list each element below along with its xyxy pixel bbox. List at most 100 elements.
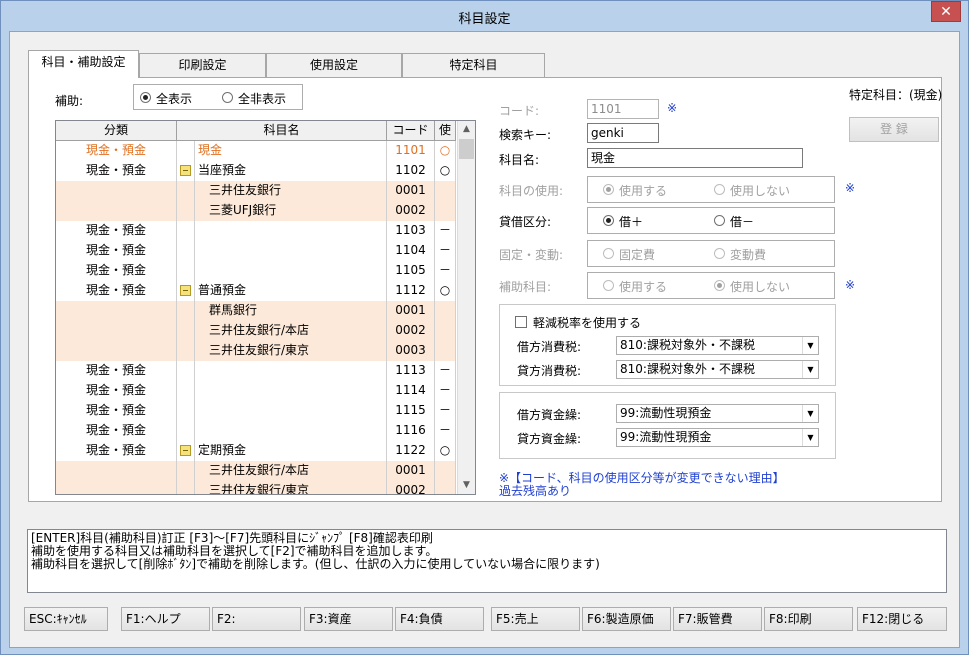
hojo-note-mark: ※ bbox=[845, 278, 856, 292]
kashikata-tax-select[interactable]: 810:課税対象外・不課税 ▼ bbox=[616, 360, 819, 379]
account-name-label: 科目名: bbox=[499, 153, 540, 167]
hojo-all-radio[interactable] bbox=[140, 92, 151, 103]
tree-cell bbox=[177, 321, 195, 341]
chevron-down-icon[interactable]: ▼ bbox=[802, 405, 818, 422]
account-row[interactable]: 現金・預金 1103 － bbox=[56, 221, 456, 241]
tab-usage-settings[interactable]: 使用設定 bbox=[266, 53, 402, 77]
category-cell bbox=[56, 341, 177, 361]
f4-liabilities-button[interactable]: F4:負債 bbox=[395, 607, 484, 631]
kari-plus-radio[interactable] bbox=[603, 215, 614, 226]
account-name-cell bbox=[195, 361, 387, 381]
sub-account-row[interactable]: 三井住友銀行/東京 0003 bbox=[56, 341, 456, 361]
category-cell bbox=[56, 181, 177, 201]
kari-minus-radio[interactable] bbox=[714, 215, 725, 226]
f5-sales-button[interactable]: F5:売上 bbox=[491, 607, 580, 631]
header-code[interactable]: コード bbox=[387, 121, 435, 141]
f8-print-button[interactable]: F8:印刷 bbox=[764, 607, 853, 631]
karikata-fund-label: 借方資金繰: bbox=[517, 408, 582, 422]
account-row[interactable]: 現金・預金 現金 1101 ○ bbox=[56, 141, 456, 161]
account-grid[interactable]: 分類 科目名 コード 使 現金・預金 現金 1101 ○ 現金・預金 当座預金 1102 ○ 三… bbox=[55, 120, 476, 495]
code-input[interactable]: 1101 bbox=[587, 99, 659, 119]
account-row[interactable]: 現金・預金 定期預金 1122 ○ bbox=[56, 441, 456, 461]
grid-scrollbar[interactable]: ▲ ▼ bbox=[457, 121, 475, 494]
account-row[interactable]: 現金・預金 当座預金 1102 ○ bbox=[56, 161, 456, 181]
category-cell: 現金・預金 bbox=[56, 241, 177, 261]
help-message-box: [ENTER]科目(補助科目)訂正 [F3]～[F7]先頭科目にｼﾞｬﾝﾌﾟ [… bbox=[27, 529, 947, 593]
category-cell bbox=[56, 461, 177, 481]
sub-account-row[interactable]: 三井住友銀行 0001 bbox=[56, 181, 456, 201]
header-use[interactable]: 使 bbox=[435, 121, 456, 141]
scroll-down-icon[interactable]: ▼ bbox=[458, 477, 475, 494]
sub-account-row[interactable]: 三井住友銀行/本店 0002 bbox=[56, 321, 456, 341]
tree-cell bbox=[177, 141, 195, 161]
f12-close-button[interactable]: F12:閉じる bbox=[857, 607, 947, 631]
account-use-group: 使用する 使用しない bbox=[587, 176, 835, 203]
taishaku-label: 貸借区分: bbox=[499, 215, 552, 229]
f7-sga-button[interactable]: F7:販管費 bbox=[673, 607, 762, 631]
account-row[interactable]: 現金・預金 1113 － bbox=[56, 361, 456, 381]
sub-account-row[interactable]: 群馬銀行 0001 bbox=[56, 301, 456, 321]
header-category[interactable]: 分類 bbox=[56, 121, 177, 141]
use-cell: － bbox=[435, 401, 456, 421]
tab-print-settings[interactable]: 印刷設定 bbox=[139, 53, 266, 77]
use-note-mark: ※ bbox=[845, 181, 856, 195]
use-yes-radio[interactable] bbox=[603, 184, 614, 195]
karikata-tax-select[interactable]: 810:課税対象外・不課税 ▼ bbox=[616, 336, 819, 355]
account-name-cell: 普通預金 bbox=[195, 281, 387, 301]
account-row[interactable]: 現金・預金 普通預金 1112 ○ bbox=[56, 281, 456, 301]
f1-help-button[interactable]: F1:ヘルプ bbox=[121, 607, 210, 631]
account-name-cell: 三井住友銀行/本店 bbox=[195, 321, 387, 341]
scroll-thumb[interactable] bbox=[459, 139, 474, 159]
account-row[interactable]: 現金・預金 1116 － bbox=[56, 421, 456, 441]
f6-manufacturing-button[interactable]: F6:製造原価 bbox=[582, 607, 671, 631]
header-account-name[interactable]: 科目名 bbox=[177, 121, 387, 141]
kotei-group: 固定費 変動費 bbox=[587, 240, 835, 267]
hojo-use-radio[interactable] bbox=[603, 280, 614, 291]
f2-button[interactable]: F2: bbox=[212, 607, 301, 631]
reduced-tax-checkbox[interactable] bbox=[515, 316, 527, 328]
sub-account-row[interactable]: 三井住友銀行/東京 0002 bbox=[56, 481, 456, 494]
use-no-radio[interactable] bbox=[714, 184, 725, 195]
use-cell bbox=[435, 481, 456, 494]
hojo-none-radio[interactable] bbox=[222, 92, 233, 103]
folder-icon[interactable] bbox=[180, 445, 191, 456]
scroll-up-icon[interactable]: ▲ bbox=[458, 121, 475, 138]
variable-cost-radio[interactable] bbox=[714, 248, 725, 259]
karikata-fund-select[interactable]: 99:流動性現預金 ▼ bbox=[616, 404, 819, 423]
f3-assets-button[interactable]: F3:資産 bbox=[304, 607, 393, 631]
use-cell bbox=[435, 181, 456, 201]
search-key-input[interactable]: genki bbox=[587, 123, 659, 143]
hojo-nouse-label: 使用しない bbox=[730, 280, 791, 294]
chevron-down-icon[interactable]: ▼ bbox=[802, 361, 818, 378]
chevron-down-icon[interactable]: ▼ bbox=[802, 429, 818, 446]
use-cell: － bbox=[435, 361, 456, 381]
account-name-cell bbox=[195, 221, 387, 241]
code-cell: 0002 bbox=[387, 481, 435, 494]
hojo-nouse-radio[interactable] bbox=[714, 280, 725, 291]
kashikata-fund-label: 貸方資金繰: bbox=[517, 432, 582, 446]
fund-frame: 借方資金繰: 99:流動性現預金 ▼ 貸方資金繰: 99:流動性現預金 ▼ bbox=[499, 392, 836, 459]
account-row[interactable]: 現金・預金 1114 － bbox=[56, 381, 456, 401]
category-cell: 現金・預金 bbox=[56, 221, 177, 241]
account-row[interactable]: 現金・預金 1104 － bbox=[56, 241, 456, 261]
account-row[interactable]: 現金・預金 1105 － bbox=[56, 261, 456, 281]
chevron-down-icon[interactable]: ▼ bbox=[802, 337, 818, 354]
account-row[interactable]: 現金・預金 1115 － bbox=[56, 401, 456, 421]
esc-cancel-button[interactable]: ESC:ｷｬﾝｾﾙ bbox=[24, 607, 108, 631]
fixed-cost-radio[interactable] bbox=[603, 248, 614, 259]
tab-kamoku-hojo[interactable]: 科目・補助設定 bbox=[28, 50, 139, 78]
tab-special-account[interactable]: 特定科目 bbox=[402, 53, 545, 77]
category-cell: 現金・預金 bbox=[56, 281, 177, 301]
register-button[interactable]: 登 録 bbox=[849, 117, 939, 142]
sub-account-row[interactable]: 三菱UFJ銀行 0002 bbox=[56, 201, 456, 221]
kari-minus-label: 借－ bbox=[730, 215, 755, 229]
account-name-cell: 三井住友銀行/東京 bbox=[195, 341, 387, 361]
grid-header: 分類 科目名 コード 使 bbox=[56, 121, 456, 141]
account-name-input[interactable]: 現金 bbox=[587, 148, 803, 168]
folder-icon[interactable] bbox=[180, 285, 191, 296]
folder-icon[interactable] bbox=[180, 165, 191, 176]
sub-account-row[interactable]: 三井住友銀行/本店 0001 bbox=[56, 461, 456, 481]
kashikata-fund-select[interactable]: 99:流動性現預金 ▼ bbox=[616, 428, 819, 447]
close-button[interactable]: ✕ bbox=[931, 1, 961, 22]
code-cell: 1105 bbox=[387, 261, 435, 281]
